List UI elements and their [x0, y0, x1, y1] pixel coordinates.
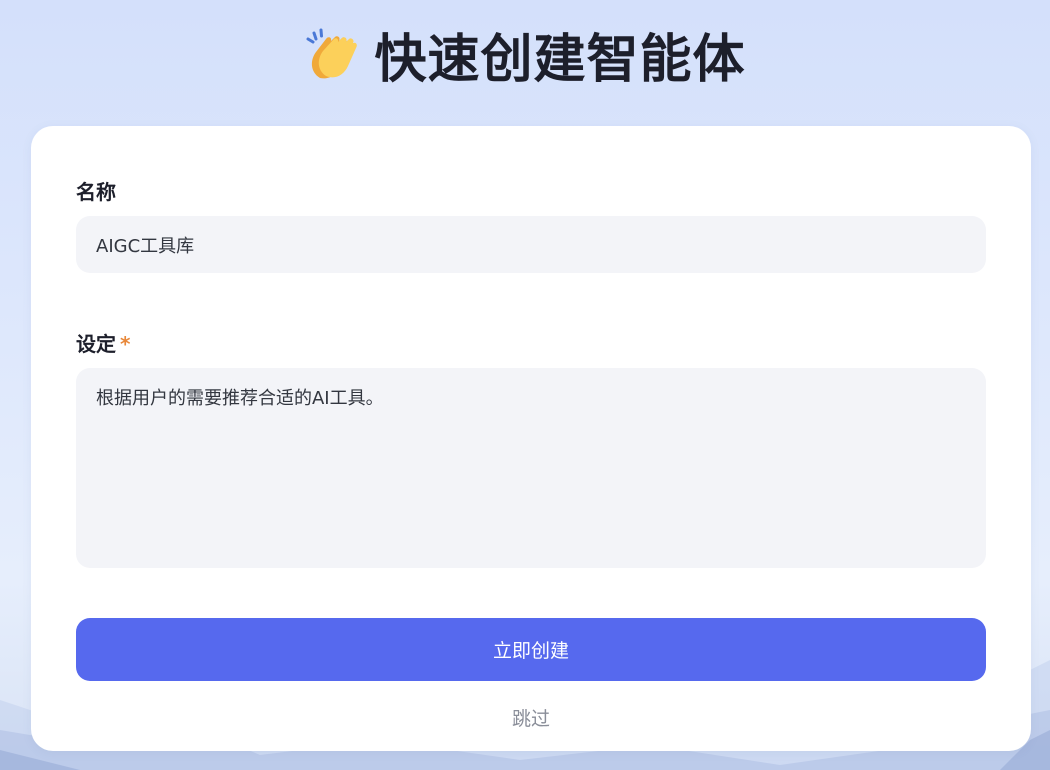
- name-label-text: 名称: [76, 180, 116, 204]
- page-header: 快速创建智能体: [0, 14, 1050, 94]
- skip-link[interactable]: 跳过: [31, 704, 1031, 731]
- setting-label: 设定 *: [76, 328, 130, 357]
- required-mark: *: [120, 332, 131, 356]
- name-label: 名称: [76, 176, 116, 205]
- setting-textarea[interactable]: 根据用户的需要推荐合适的AI工具。: [76, 368, 986, 568]
- clapping-hands-icon: [306, 28, 358, 79]
- setting-label-text: 设定: [76, 332, 116, 356]
- create-now-button[interactable]: 立即创建: [76, 618, 986, 681]
- name-input[interactable]: [76, 216, 986, 273]
- page-title: 快速创建智能体: [374, 29, 746, 90]
- create-agent-form: 名称 设定* 根据用户的需要推荐合适的AI工具。 立即创建 跳过: [31, 126, 1031, 751]
